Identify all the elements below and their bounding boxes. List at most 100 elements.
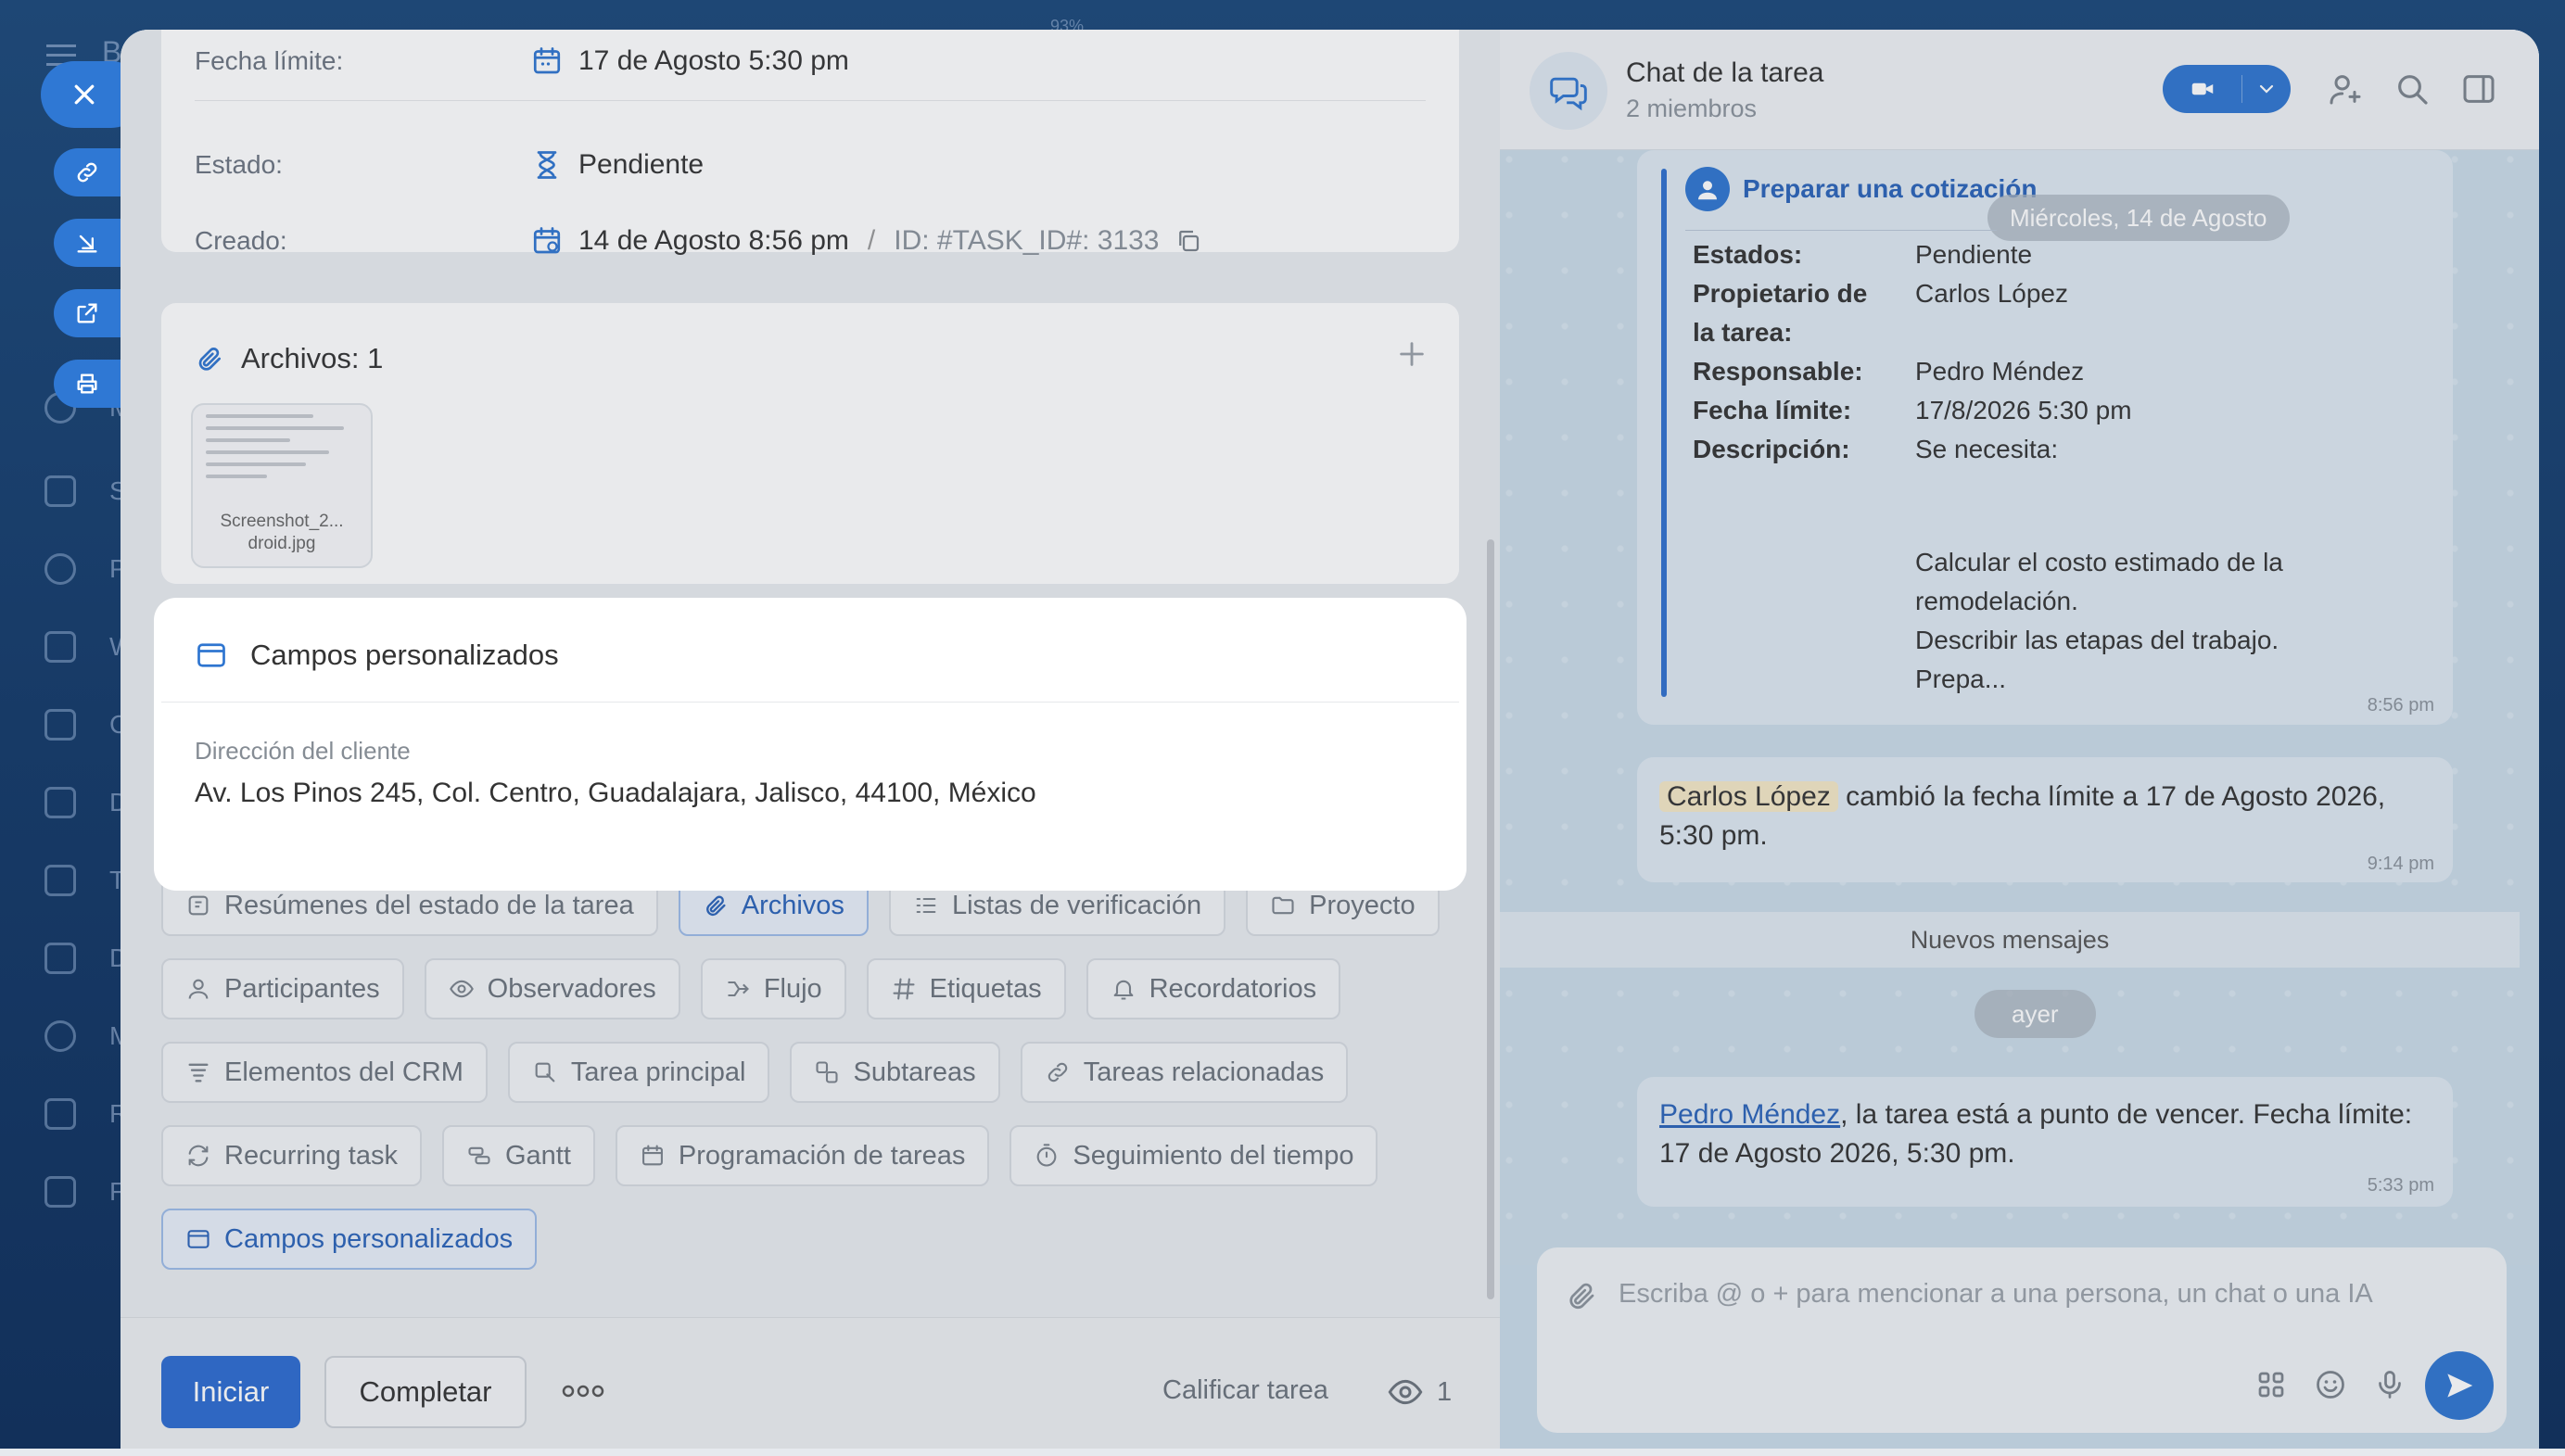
chip-files[interactable]: Archivos: [678, 875, 869, 936]
parent-task-icon: [535, 1062, 555, 1083]
kv-status: Estados: Pendiente: [1693, 240, 2033, 269]
microphone-icon[interactable]: [2373, 1368, 2406, 1401]
chip-task-scheduling[interactable]: Programación de tareas: [615, 1125, 990, 1186]
date-divider-pill: ayer: [1975, 990, 2096, 1038]
add-user-icon[interactable]: [2327, 70, 2364, 108]
copy-icon[interactable]: [1175, 227, 1202, 255]
message-text: Carlos López cambió la fecha límite a 17…: [1659, 781, 2386, 851]
task-detail-column: Fecha límite: 17 de Agosto 5:30 pm Estad…: [121, 30, 1500, 1456]
user-mention-link[interactable]: Pedro Méndez: [1659, 1099, 1840, 1130]
user-mention[interactable]: Carlos López: [1659, 781, 1838, 812]
repeat-icon: [188, 1145, 209, 1167]
chat-members[interactable]: 2 miembros: [1626, 95, 1757, 123]
chip-gantt[interactable]: Gantt: [441, 1125, 595, 1186]
divider: [1685, 230, 1997, 231]
form-icon: [187, 1230, 210, 1248]
user-avatar: [1685, 167, 1730, 211]
link-icon: [1048, 1062, 1067, 1083]
task-chat-column: Chat de la tarea 2 miembros Preparar una…: [1500, 30, 2539, 1456]
send-button[interactable]: [2425, 1351, 2494, 1420]
minimize-button[interactable]: [54, 219, 121, 267]
chip-related-tasks[interactable]: Tareas relacionadas: [1020, 1042, 1349, 1103]
chat-input-placeholder[interactable]: Escriba @ o + para mencionar a una perso…: [1619, 1279, 2373, 1310]
file-icon: [44, 1176, 76, 1208]
task-id: ID: #TASK_ID#: 3133: [894, 225, 1160, 256]
external-link-icon: [77, 303, 97, 323]
drive-icon: [44, 943, 76, 974]
hourglass-icon: [537, 151, 557, 179]
calendar-icon: [641, 1145, 663, 1166]
deadline-value[interactable]: 17 de Agosto 5:30 pm: [530, 44, 849, 78]
chip-parent-task[interactable]: Tarea principal: [507, 1042, 770, 1103]
eye-icon: [1388, 1379, 1423, 1405]
chip-flow[interactable]: Flujo: [700, 958, 846, 1019]
field-label: Dirección del cliente: [195, 737, 411, 765]
chip-status-summaries[interactable]: Resúmenes del estado de la tarea: [161, 875, 658, 936]
subtasks-icon: [816, 1061, 839, 1083]
user-icon: [1698, 181, 1717, 200]
flow-icon: [728, 981, 749, 997]
created-text: 14 de Agosto 8:56 pm: [578, 225, 849, 256]
copy-link-button[interactable]: [54, 148, 121, 196]
chip-custom-fields[interactable]: Campos personalizados: [161, 1209, 538, 1270]
apps-grid-icon[interactable]: [2254, 1368, 2288, 1401]
chat-messages[interactable]: Preparar una cotización Miércoles, 14 de…: [1500, 150, 2539, 1265]
more-options-icon[interactable]: [562, 1377, 604, 1405]
video-call-button[interactable]: [2163, 65, 2291, 113]
folder-icon: [1272, 896, 1294, 915]
open-new-window-button[interactable]: [54, 289, 121, 337]
video-camera-icon: [2191, 82, 2213, 95]
complete-button[interactable]: Completar: [324, 1356, 527, 1428]
hexagon-icon: [44, 553, 76, 585]
send-icon: [2447, 1374, 2473, 1398]
chip-crm-elements[interactable]: Elementos del CRM: [161, 1042, 488, 1103]
task-sections-chips: Resúmenes del estado de la tarea Archivo…: [161, 875, 1478, 1292]
chip-subtasks[interactable]: Subtareas: [790, 1042, 1000, 1103]
deadline-text: 17 de Agosto 5:30 pm: [578, 45, 849, 76]
link-icon: [77, 162, 97, 183]
message-time: 9:14 pm: [2367, 854, 2434, 874]
chip-participants[interactable]: Participantes: [161, 958, 404, 1019]
kv-responsible: Responsable: Pedro Méndez: [1693, 357, 2085, 386]
chip-tags[interactable]: Etiquetas: [866, 958, 1066, 1019]
field-value[interactable]: Av. Los Pinos 245, Col. Centro, Guadalaj…: [195, 778, 1036, 809]
kv-description: Descripción: Se necesita:: [1693, 435, 2059, 463]
print-button[interactable]: [54, 360, 121, 408]
chip-checklists[interactable]: Listas de verificación: [888, 875, 1226, 936]
paperclip-icon: [198, 348, 221, 371]
bottom-edge: [0, 1449, 2565, 1456]
chat-avatar: [1530, 52, 1607, 130]
viewers-count[interactable]: 1: [1387, 1374, 1452, 1411]
task-footer: Iniciar Completar Calificar tarea 1: [121, 1317, 1500, 1456]
gantt-icon: [468, 1146, 490, 1165]
chip-recurring-task[interactable]: Recurring task: [161, 1125, 422, 1186]
cart-icon: [44, 475, 76, 507]
chip-time-tracking[interactable]: Seguimiento del tiempo: [1009, 1125, 1378, 1186]
board-icon: [44, 865, 76, 896]
emoji-icon[interactable]: [2314, 1368, 2347, 1401]
chip-project[interactable]: Proyecto: [1246, 875, 1440, 936]
add-file-icon[interactable]: [1396, 338, 1428, 370]
task-description: Calcular el costo estimado de la remodel…: [1915, 548, 2283, 693]
file-thumbnail[interactable]: Screenshot_2... droid.jpg: [191, 403, 373, 568]
bell-icon: [1113, 980, 1133, 1000]
status-row: Estado: Pendiente: [195, 148, 704, 182]
eye-icon: [449, 980, 474, 998]
task-card-title[interactable]: Preparar una cotización: [1685, 167, 2037, 211]
mail-icon: [44, 631, 76, 663]
files-card: Archivos: 1 Screenshot_2... droid.jpg: [161, 303, 1459, 584]
divider: [195, 100, 1426, 101]
start-button[interactable]: Iniciar: [161, 1356, 300, 1428]
status-label: Estado:: [195, 150, 283, 179]
kv-deadline: Fecha límite: 17/8/2026 5:30 pm: [1693, 396, 2132, 424]
sidebar-toggle-icon[interactable]: [2460, 70, 2497, 108]
message-time: 5:33 pm: [2367, 1175, 2434, 1196]
chat-input-box[interactable]: Escriba @ o + para mencionar a una perso…: [1537, 1247, 2507, 1433]
scrollbar[interactable]: [1487, 539, 1494, 1299]
search-icon[interactable]: [2394, 70, 2431, 108]
chip-reminders[interactable]: Recordatorios: [1086, 958, 1341, 1019]
rate-task-link[interactable]: Calificar tarea: [1162, 1375, 1328, 1406]
chip-observers[interactable]: Observadores: [424, 958, 680, 1019]
paperclip-icon[interactable]: [1565, 1279, 1598, 1312]
custom-fields-header: Campos personalizados: [195, 639, 559, 672]
